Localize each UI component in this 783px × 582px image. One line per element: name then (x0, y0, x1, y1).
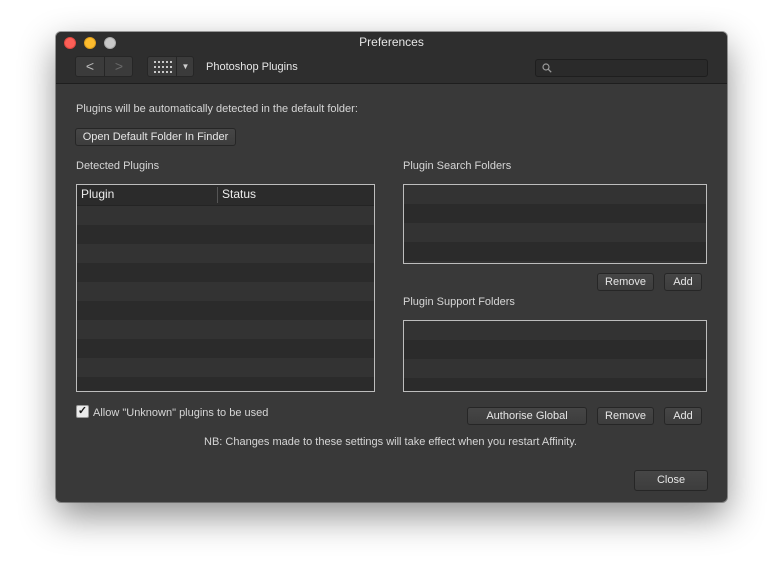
table-header: Plugin Status (77, 185, 374, 206)
restart-note: NB: Changes made to these settings will … (204, 436, 577, 448)
search-folders-remove-button[interactable]: Remove (597, 273, 654, 291)
authorise-global-button[interactable]: Authorise Global (467, 407, 587, 425)
search-input[interactable] (554, 60, 704, 76)
grid-icon (154, 61, 172, 73)
title-bar: Preferences (56, 32, 727, 52)
window-title: Preferences (359, 35, 424, 49)
intro-text: Plugins will be automatically detected i… (76, 103, 358, 115)
divider (176, 57, 177, 76)
chevron-down-icon: ▼ (181, 62, 190, 71)
forward-button[interactable]: > (105, 57, 133, 76)
plugin-search-folders-title: Plugin Search Folders (403, 160, 512, 172)
plugin-support-folders-title: Plugin Support Folders (403, 296, 515, 308)
search-field[interactable] (535, 59, 708, 77)
toolbar: < > ▼ Photoshop Plugins (56, 52, 727, 84)
checkmark-icon: ✓ (77, 405, 88, 417)
column-header-plugin[interactable]: Plugin (81, 185, 114, 205)
detected-plugins-title: Detected Plugins (76, 160, 160, 172)
zoom-window-button[interactable] (104, 37, 116, 49)
search-icon (542, 63, 552, 73)
column-header-status[interactable]: Status (222, 185, 256, 205)
detected-plugins-table[interactable]: Plugin Status (76, 184, 375, 392)
allow-unknown-checkbox[interactable]: ✓ (76, 405, 89, 418)
navigation-buttons: < > (75, 56, 133, 77)
back-button[interactable]: < (76, 57, 105, 76)
plugin-support-folders-list[interactable] (403, 320, 707, 392)
chevron-left-icon: < (85, 58, 95, 74)
search-folders-add-button[interactable]: Add (664, 273, 702, 291)
plugin-search-folders-list[interactable] (403, 184, 707, 264)
table-rows (77, 206, 374, 391)
minimize-window-button[interactable] (84, 37, 96, 49)
allow-unknown-label[interactable]: Allow "Unknown" plugins to be used (93, 407, 268, 419)
support-folders-add-button[interactable]: Add (664, 407, 702, 425)
show-all-dropdown[interactable]: ▼ (179, 57, 192, 76)
show-all-control: ▼ (147, 56, 194, 77)
section-title: Photoshop Plugins (206, 61, 298, 73)
column-divider (217, 187, 218, 203)
support-folders-remove-button[interactable]: Remove (597, 407, 654, 425)
close-button[interactable]: Close (634, 470, 708, 491)
chevron-right-icon: > (114, 58, 124, 74)
close-window-button[interactable] (64, 37, 76, 49)
open-default-folder-button[interactable]: Open Default Folder In Finder (75, 128, 236, 146)
preferences-window: Preferences < > ▼ Photoshop Plugins Plug… (56, 32, 727, 502)
